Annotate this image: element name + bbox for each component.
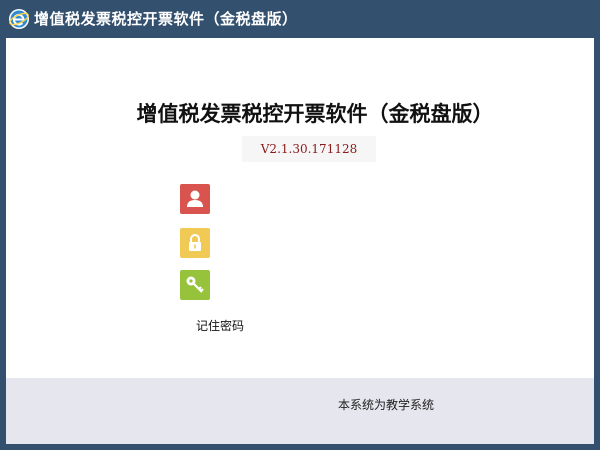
key-icon (186, 276, 204, 293)
key-field[interactable] (180, 270, 210, 300)
username-field[interactable] (180, 184, 210, 214)
lock-icon (189, 234, 201, 251)
footer-bar: 本系统为教学系统 (6, 378, 594, 444)
window-title: 增值税发票税控开票软件（金税盘版） (34, 10, 298, 28)
password-field[interactable] (180, 228, 210, 258)
footer-note: 本系统为教学系统 (338, 398, 435, 412)
page-title: 增值税发票税控开票软件（金税盘版） (136, 102, 494, 126)
remember-password-checkbox[interactable]: 记住密码 (196, 317, 244, 334)
title-bar: 增值税发票税控开票软件（金税盘版） (0, 0, 600, 38)
app-logo-icon (8, 8, 30, 30)
app-window: 增值税发票税控开票软件（金税盘版） 增值税发票税控开票软件（金税盘版） V2.1… (0, 0, 600, 450)
login-panel: 增值税发票税控开票软件（金税盘版） V2.1.30.171128 记住密码 (6, 38, 594, 378)
user-icon (187, 190, 203, 207)
version-label: V2.1.30.171128 (242, 136, 376, 162)
